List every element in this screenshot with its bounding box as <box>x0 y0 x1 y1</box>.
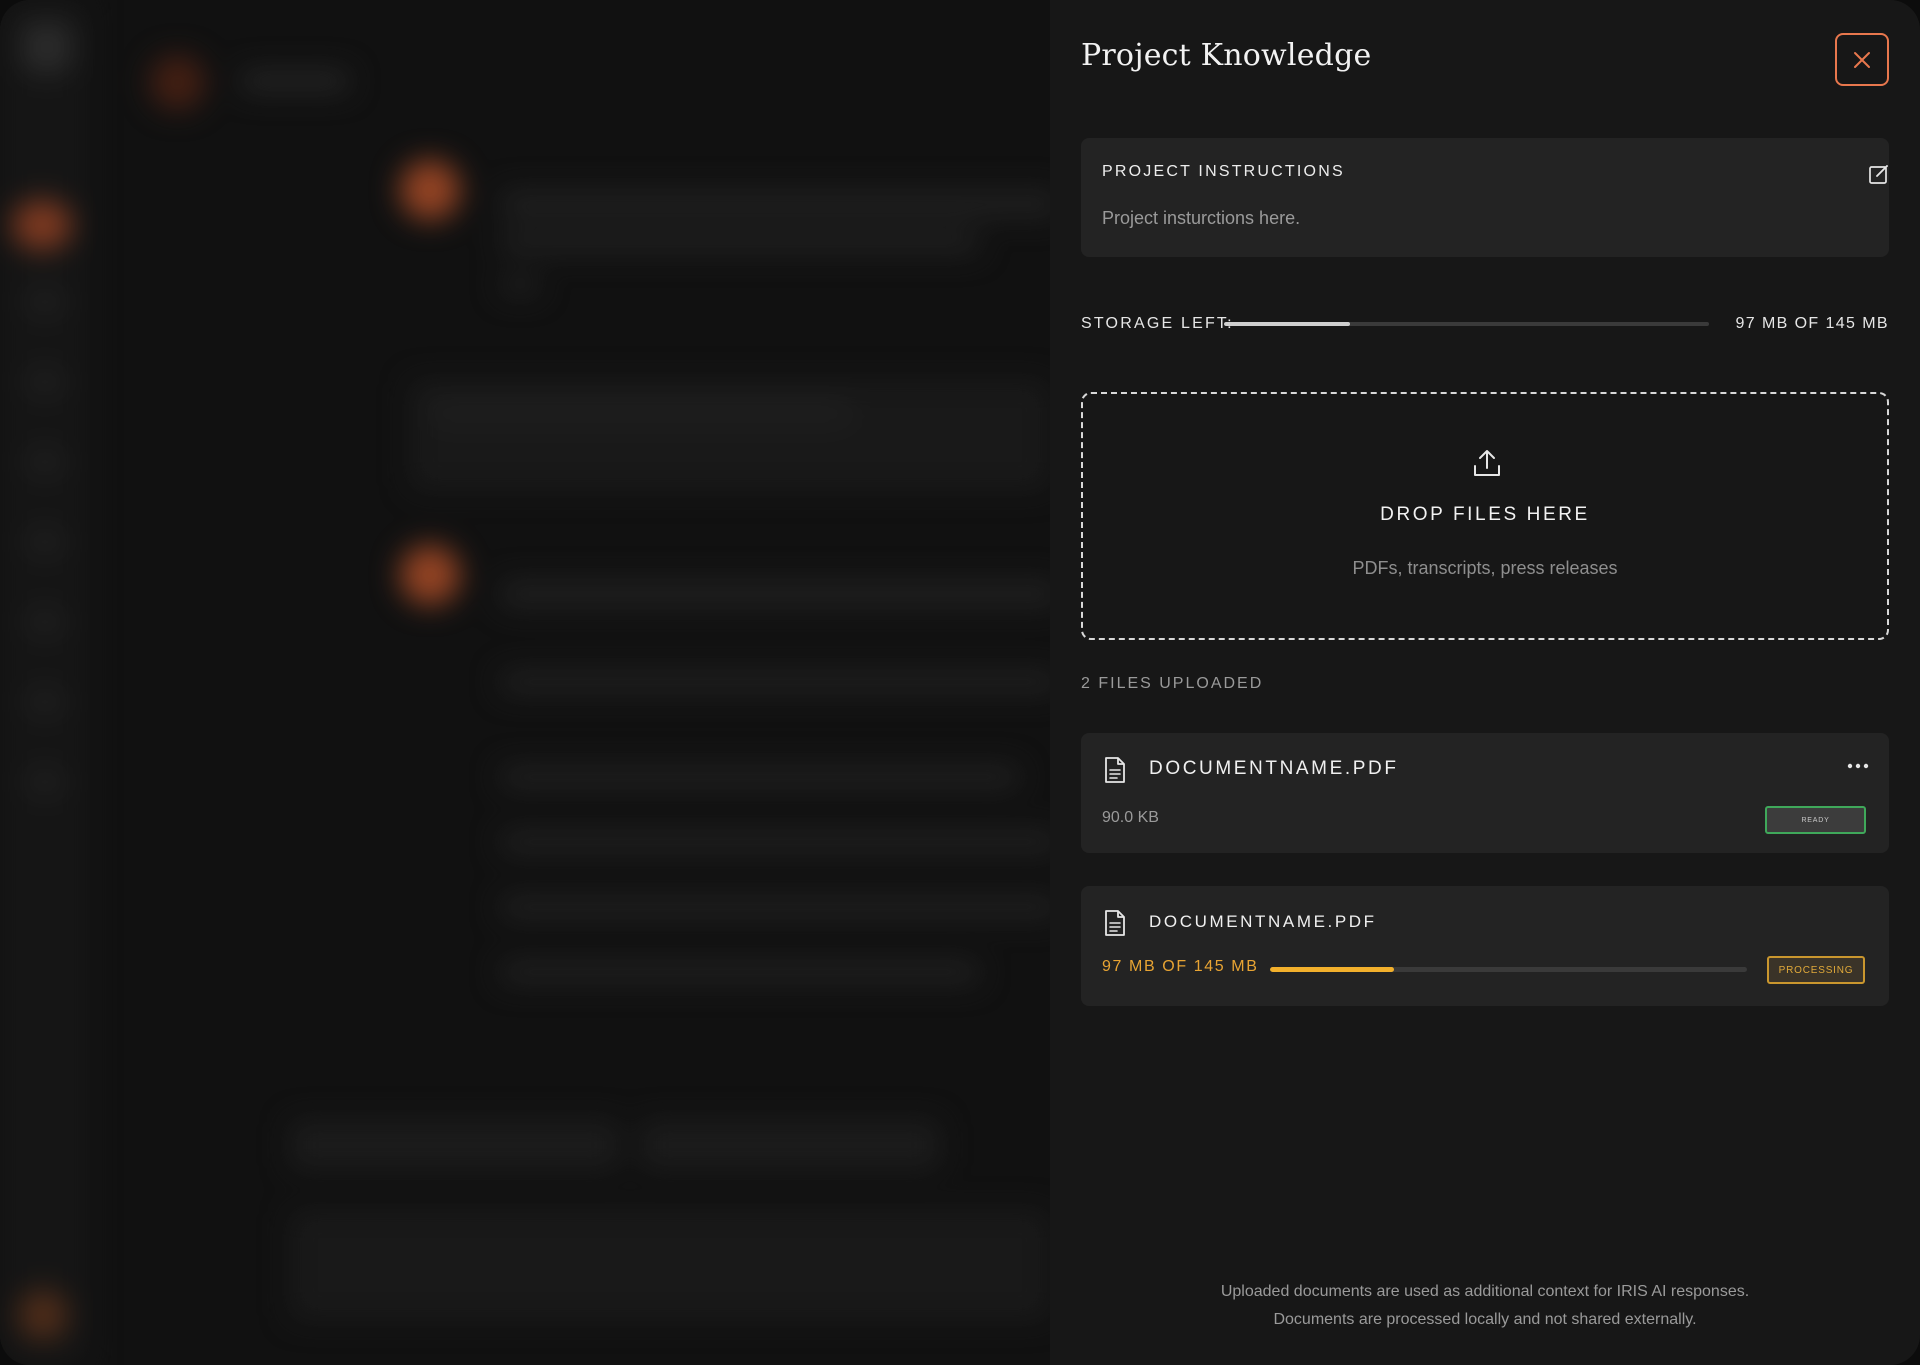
background-app-blurred <box>0 0 1060 1365</box>
footer-note-line: Uploaded documents are used as additiona… <box>1220 1283 1750 1300</box>
dropzone-subtitle: PDFs, transcripts, press releases <box>1352 558 1618 578</box>
file-name: DOCUMENTNAME.PDF <box>1149 912 1377 931</box>
file-item[interactable]: DOCUMENTNAME.PDF 90.0 KB READY <box>1081 733 1889 853</box>
upload-progress-label: 97 MB OF 145 MB <box>1102 958 1259 975</box>
status-badge-processing: PROCESSING <box>1767 956 1865 984</box>
storage-bar-fill <box>1224 322 1351 326</box>
storage-label: STORAGE LEFT: <box>1081 315 1234 332</box>
background-dim-overlay <box>0 0 1050 1365</box>
file-size: 90.0 KB <box>1102 809 1159 826</box>
dropzone-title: DROP FILES HERE <box>1380 504 1590 525</box>
file-item[interactable]: DOCUMENTNAME.PDF 97 MB OF 145 MB PROCESS… <box>1081 886 1889 1006</box>
file-name: DOCUMENTNAME.PDF <box>1149 758 1399 779</box>
close-icon <box>1854 51 1870 68</box>
app-window: Project Knowledge PROJECT INSTRUCTIONS P… <box>0 0 1920 1365</box>
storage-bar <box>1224 322 1709 326</box>
project-instructions-card: PROJECT INSTRUCTIONS Project insturction… <box>1081 138 1889 257</box>
footer-note: Uploaded documents are used as additiona… <box>1081 1278 1889 1334</box>
file-dropzone[interactable]: DROP FILES HERE PDFs, transcripts, press… <box>1081 392 1889 640</box>
document-icon <box>1105 757 1125 783</box>
upload-icon <box>1474 450 1500 476</box>
storage-value: 97 MB OF 145 MB <box>1735 315 1889 332</box>
document-icon <box>1105 910 1125 936</box>
close-button[interactable] <box>1835 33 1889 86</box>
upload-progress-fill <box>1270 967 1395 972</box>
status-badge-ready: READY <box>1765 806 1866 834</box>
storage-indicator: STORAGE LEFT: 97 MB OF 145 MB <box>1081 313 1889 335</box>
footer-note-line: Documents are processed locally and not … <box>1273 1311 1697 1328</box>
upload-progress-bar <box>1270 967 1747 972</box>
files-uploaded-count: 2 FILES UPLOADED <box>1081 675 1264 692</box>
panel-title: Project Knowledge <box>1081 38 1372 73</box>
project-instructions-label: PROJECT INSTRUCTIONS <box>1102 163 1345 180</box>
project-instructions-text[interactable]: Project insturctions here. <box>1102 208 1300 229</box>
more-horizontal-icon[interactable] <box>1846 761 1870 771</box>
edit-icon[interactable] <box>1868 163 1890 185</box>
project-knowledge-panel: Project Knowledge PROJECT INSTRUCTIONS P… <box>1050 0 1920 1365</box>
